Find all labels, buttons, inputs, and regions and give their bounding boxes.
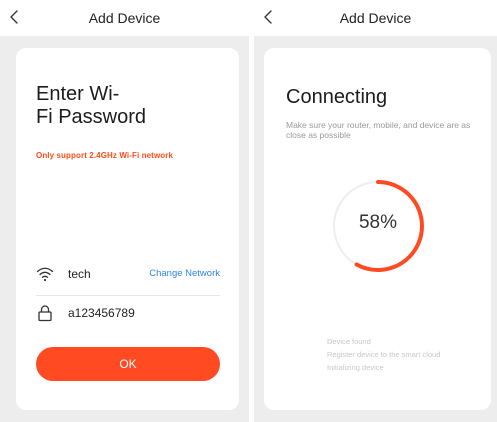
password-row[interactable]: a123456789 (36, 303, 220, 325)
password-card: Enter Wi- Fi Password Only support 2.4GH… (16, 48, 239, 410)
ok-button[interactable]: OK (36, 347, 220, 381)
page-title-line-2: Fi Password (36, 106, 147, 128)
wifi-ssid: tech (68, 267, 91, 281)
step-item: Device found (327, 337, 371, 346)
connecting-screen: Add Device Connecting Make sure your rou… (254, 0, 497, 422)
change-network-link[interactable]: Change Network (149, 268, 220, 279)
wifi-band-warning: Only support 2.4GHz Wi-Fi network (36, 151, 174, 160)
page-title: Connecting (286, 86, 388, 108)
wifi-icon (36, 267, 54, 282)
step-item: Register device to the smart cloud (327, 350, 441, 359)
wifi-password-screen: Add Device Enter Wi- Fi Password Only su… (0, 0, 249, 422)
wifi-network-row: tech Change Network (36, 264, 220, 286)
nav-title: Add Device (88, 10, 161, 26)
progress-ring: 58% (330, 178, 426, 274)
lock-icon (38, 305, 52, 322)
navbar: Add Device (0, 0, 249, 36)
page-title-line-1: Enter Wi- (36, 83, 120, 105)
password-field[interactable]: a123456789 (68, 306, 135, 320)
row-divider (36, 295, 220, 296)
connection-steps: Device found Register device to the smar… (327, 335, 440, 374)
step-item: Initializing device (327, 363, 384, 372)
page-subtitle: Make sure your router, mobile, and devic… (286, 120, 471, 140)
connecting-card: Connecting Make sure your router, mobile… (264, 48, 491, 410)
page-title: Enter Wi- Fi Password (36, 83, 146, 129)
nav-title: Add Device (339, 10, 412, 26)
navbar: Add Device (254, 0, 497, 36)
progress-percent: 58% (358, 212, 398, 233)
